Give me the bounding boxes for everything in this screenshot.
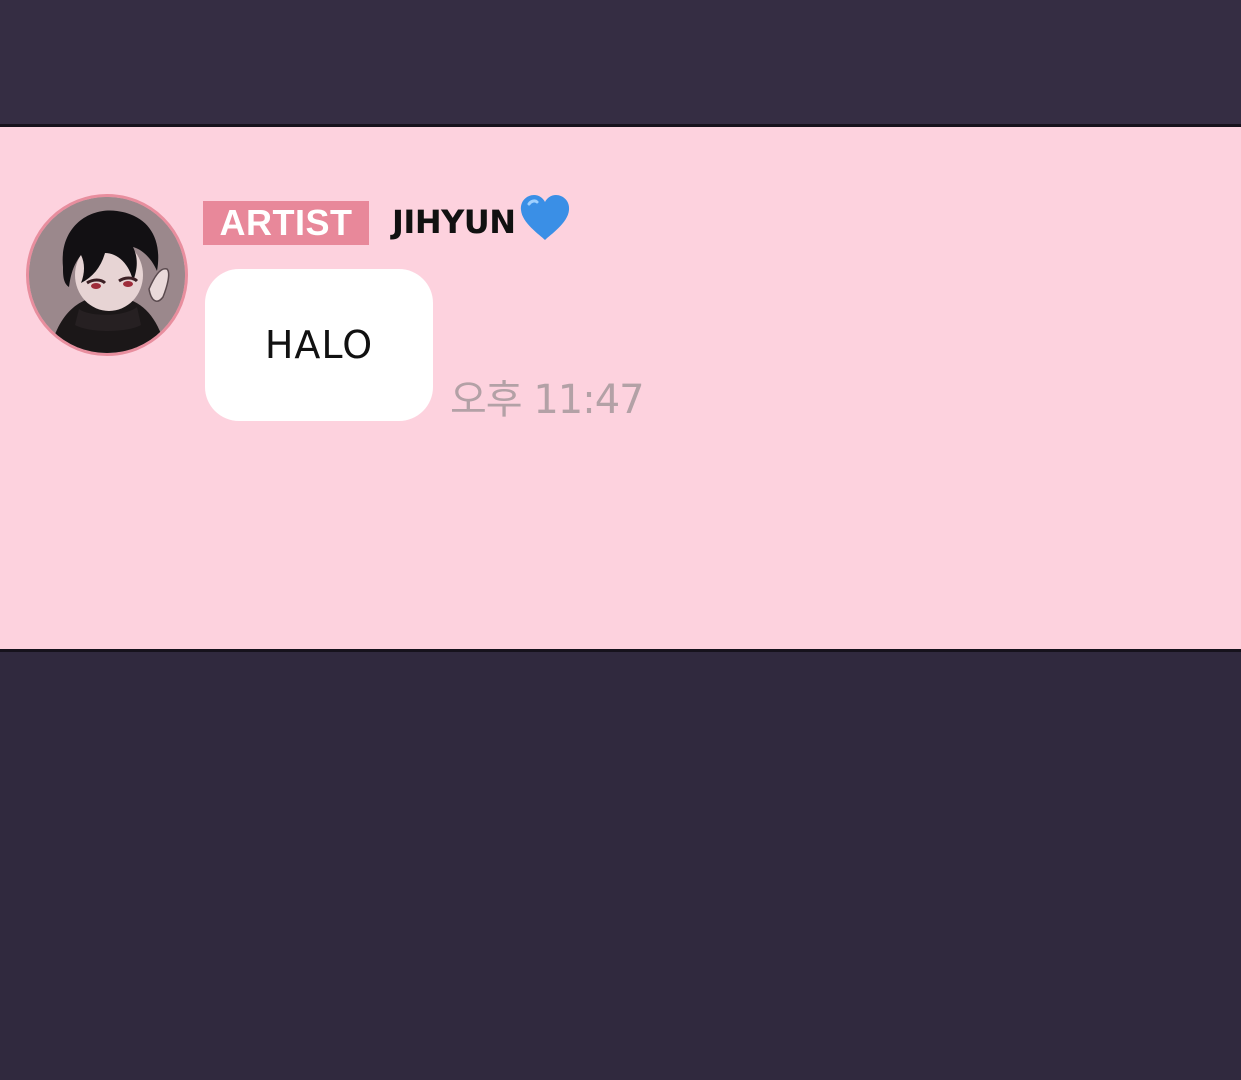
sender-name[interactable]: JIHYUN [392, 194, 572, 250]
top-bar [0, 0, 1241, 124]
avatar-image [29, 197, 185, 353]
message-text: HALO [264, 323, 374, 367]
bottom-area [0, 652, 1241, 1080]
message-bubble[interactable]: HALO [205, 269, 433, 421]
chat-panel: ARTIST JIHYUN HALO 오후 11:47 [0, 124, 1241, 652]
message-timestamp: 오후 11:47 [450, 377, 645, 423]
avatar[interactable] [26, 194, 188, 356]
blue-heart-icon [518, 194, 572, 250]
sender-name-label: JIHYUN [392, 203, 516, 241]
role-badge: ARTIST [203, 201, 369, 245]
